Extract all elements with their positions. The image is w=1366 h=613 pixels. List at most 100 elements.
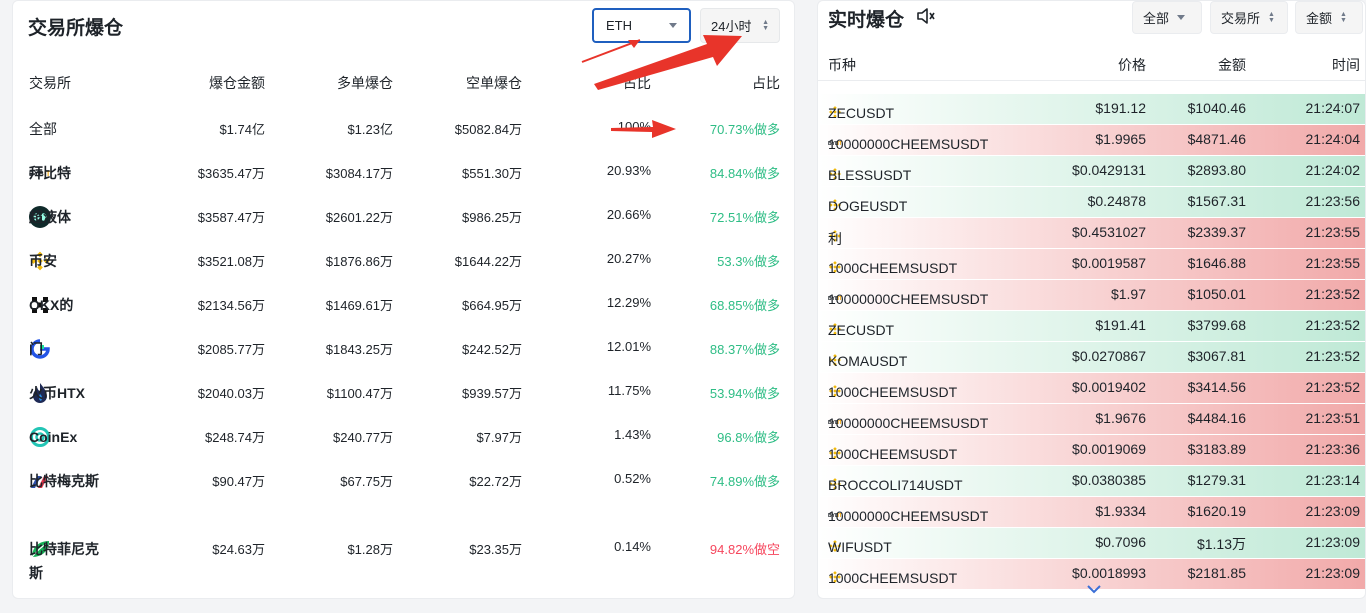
short-cell: $22.72万 [469, 474, 522, 489]
time-cell: 21:23:52 [1305, 348, 1361, 364]
liquidation-row[interactable]: BYB IT 10000000CHEEMSUSDT $1.9965 $4871.46 21… [818, 125, 1365, 156]
total-cell: $24.63万 [212, 542, 265, 557]
price-cell: $0.0380385 [1072, 472, 1146, 488]
chevron-down-icon[interactable] [1086, 583, 1102, 595]
price-cell: $0.0018993 [1072, 565, 1146, 581]
amount-cell: $1646.88 [1187, 255, 1246, 271]
time-cell: 21:23:55 [1305, 224, 1361, 240]
coin-select[interactable]: ETH [592, 8, 691, 43]
sort-arrows-icon: ▲ ▼ [1268, 10, 1275, 24]
price-cell: $1.9676 [1095, 410, 1146, 426]
liquidation-row[interactable]: BYB IT 10000000CHEEMSUSDT $1.97 $1050.01 21:2… [818, 280, 1365, 311]
direction-cell: 94.82%做空 [709, 542, 780, 557]
exchange-name: OKX的 [29, 297, 74, 313]
mute-icon[interactable] [916, 7, 936, 25]
liquidation-row[interactable]: 1000CHEEMSUSDT $0.0019069 $3183.89 21:23:36 [818, 435, 1365, 466]
exchange-name: CoinEx [29, 429, 78, 445]
filter-exchange-label: 交易所 [1221, 11, 1261, 26]
short-cell: $986.25万 [462, 210, 522, 225]
header-symbol: 币种 [828, 57, 856, 73]
price-cell: $0.0019402 [1072, 379, 1146, 395]
amount-cell: $4871.46 [1187, 131, 1246, 147]
direction-cell: 96.8%做多 [717, 430, 780, 445]
amount-cell: $2181.85 [1187, 565, 1246, 581]
direction-cell: 84.84%做多 [709, 166, 780, 181]
liquidation-row[interactable]: BYB IT 10000000CHEEMSUSDT $1.9676 $4484.16 21… [818, 404, 1365, 435]
symbol-name: 10000000CHEEMSUSDT [828, 415, 989, 431]
long-cell: $2601.22万 [325, 210, 393, 225]
time-cell: 21:23:09 [1305, 534, 1361, 550]
short-cell: $664.95万 [462, 298, 522, 313]
liquidation-row[interactable]: BLESSUSDT $0.0429131 $2893.80 21:24:02 [818, 156, 1365, 187]
period-select[interactable]: 24小时 ▲ ▼ [700, 8, 780, 43]
sort-arrows-icon: ▲ ▼ [1340, 10, 1347, 24]
amount-cell: $2893.80 [1187, 162, 1246, 178]
liquidation-row[interactable]: BROCCOLI714USDT $0.0380385 $1279.31 21:23:1… [818, 466, 1365, 497]
price-cell: $1.9334 [1095, 503, 1146, 519]
filter-exchange-button[interactable]: 交易所 ▲ ▼ [1210, 1, 1288, 34]
direction-cell: 70.73%做多 [709, 122, 780, 137]
liquidation-row[interactable]: KOMAUSDT $0.0270867 $3067.81 21:23:52 [818, 342, 1365, 373]
header-short: 空单爆仓 [466, 75, 522, 91]
amount-cell: $3067.81 [1187, 348, 1246, 364]
symbol-name: 1000CHEEMSUSDT [828, 570, 958, 586]
amount-cell: $3414.56 [1187, 379, 1246, 395]
direction-cell: 53.94%做多 [709, 386, 780, 401]
total-cell: $2040.03万 [197, 386, 265, 401]
total-cell: $3587.47万 [197, 210, 265, 225]
amount-cell: $1050.01 [1187, 286, 1246, 302]
symbol-name: DOGEUSDT [828, 198, 908, 214]
filter-amount-button[interactable]: 金额 ▲ ▼ [1295, 1, 1363, 34]
liquidation-row[interactable]: BYB IT 10000000CHEEMSUSDT $1.9334 $1620.19 21… [818, 497, 1365, 528]
liquidation-row[interactable]: 1000CHEEMSUSDT $0.0019402 $3414.56 21:23:52 [818, 373, 1365, 404]
short-cell: $23.35万 [469, 542, 522, 557]
filter-all-label: 全部 [1143, 11, 1170, 26]
total-cell: $90.47万 [212, 474, 265, 489]
exchange-name: 火币HTX [29, 385, 85, 401]
total-cell: $3635.47万 [197, 166, 265, 181]
liquidation-row[interactable]: 利斯塔特$0.4531027$2339.3721:23:55 [818, 218, 1365, 307]
ratio-cell: 1.43% [614, 427, 651, 442]
symbol-name: 10000000CHEEMSUSDT [828, 508, 989, 524]
amount-cell: $1279.31 [1187, 472, 1246, 488]
time-cell: 21:24:07 [1305, 100, 1361, 116]
symbol-name: 1000CHEEMSUSDT [828, 260, 958, 276]
time-cell: 21:23:52 [1305, 379, 1361, 395]
price-cell: $0.0019587 [1072, 255, 1146, 271]
period-select-value: 24小时 [711, 19, 752, 34]
liquidation-row[interactable]: ZECUSDT $191.41 $3799.68 21:23:52 [818, 311, 1365, 342]
price-cell: $0.0270867 [1072, 348, 1146, 364]
direction-cell: 68.85%做多 [709, 298, 780, 313]
long-cell: $1876.86万 [325, 254, 393, 269]
time-cell: 21:24:02 [1305, 162, 1361, 178]
liquidation-row[interactable]: 1000CHEEMSUSDT $0.0019587 $1646.88 21:23:55 [818, 249, 1365, 280]
filter-all-button[interactable]: 全部 [1132, 1, 1202, 34]
header-total: 爆仓金额 [209, 75, 265, 91]
symbol-name: KOMAUSDT [828, 353, 908, 369]
price-cell: $0.4531027 [1072, 224, 1146, 240]
direction-cell: 72.51%做多 [709, 210, 780, 225]
short-cell: $551.30万 [462, 166, 522, 181]
symbol-name: ZECUSDT [828, 322, 895, 338]
price-cell: $1.9965 [1095, 131, 1146, 147]
total-cell: $2134.56万 [197, 298, 265, 313]
long-cell: $67.75万 [340, 474, 393, 489]
liquidation-row[interactable]: ZECUSDT $191.12 $1040.46 21:24:07 [818, 94, 1365, 125]
symbol-name: WIFUSDT [828, 539, 892, 555]
time-cell: 21:23:09 [1305, 565, 1361, 581]
chevron-down-icon [669, 23, 677, 28]
ratio-cell: 20.66% [606, 207, 651, 222]
amount-cell: $4484.16 [1187, 410, 1246, 426]
amount-cell: $1040.46 [1187, 100, 1246, 116]
liquidation-row[interactable]: WIFUSDT $0.7096 $1.13万 21:23:09 [818, 528, 1365, 559]
symbol-name: BLESSUSDT [828, 167, 912, 183]
time-cell: 21:23:51 [1305, 410, 1361, 426]
liquidation-row[interactable]: DOGEUSDT $0.24878 $1567.31 21:23:56 [818, 187, 1365, 218]
table-header: 交易所 爆仓金额 多单爆仓 空单爆仓 占比 占比 [13, 73, 796, 95]
exchange-name: 超液体 [29, 209, 71, 225]
exchange-name: 门 [29, 341, 43, 357]
symbol-name: 10000000CHEEMSUSDT [828, 291, 989, 307]
exchange-name: 币安 [29, 253, 57, 269]
amount-cell: $3183.89 [1187, 441, 1246, 457]
ratio-cell: 0.14% [614, 539, 651, 554]
